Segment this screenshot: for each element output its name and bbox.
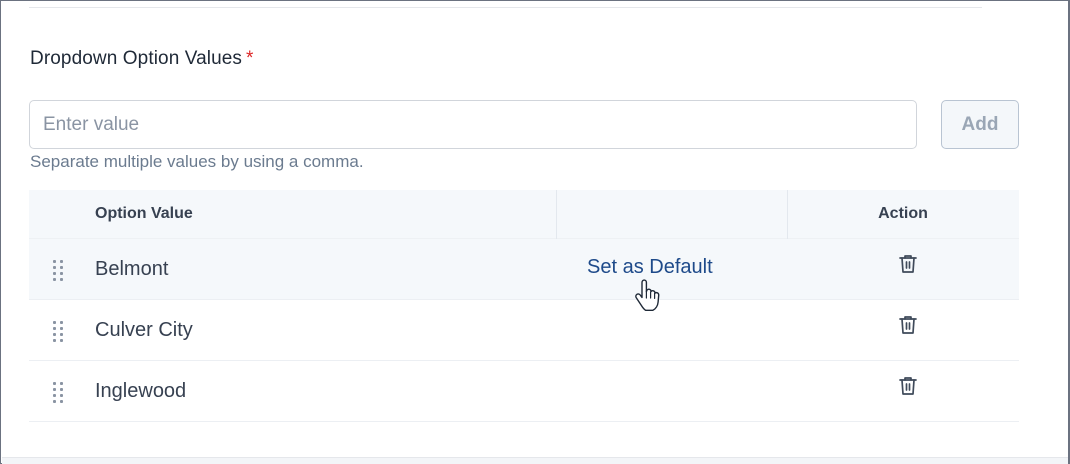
trash-icon[interactable] xyxy=(898,314,918,336)
option-value-label: Culver City xyxy=(95,319,193,341)
header-option-value: Option Value xyxy=(95,205,193,222)
table-row: Inglewood xyxy=(29,361,1019,422)
set-as-default-link[interactable]: Set as Default xyxy=(587,239,713,295)
helper-text: Separate multiple values by using a comm… xyxy=(30,152,364,171)
bottom-edge xyxy=(2,457,1068,464)
drag-handle-icon[interactable] xyxy=(51,259,65,281)
column-separator xyxy=(556,190,557,239)
trash-icon[interactable] xyxy=(898,253,918,275)
section-label-text: Dropdown Option Values xyxy=(30,48,243,69)
top-divider xyxy=(29,7,982,8)
option-value-label: Belmont xyxy=(95,258,169,280)
header-action: Action xyxy=(878,205,928,222)
drag-handle-icon[interactable] xyxy=(51,320,65,342)
table-row: Culver City xyxy=(29,300,1019,361)
form-panel: Dropdown Option Values* Add Separate mul… xyxy=(0,0,1070,464)
table-header: Option Value Action xyxy=(29,190,1019,239)
option-value-label: Inglewood xyxy=(95,380,187,402)
trash-icon[interactable] xyxy=(898,375,918,397)
options-table: Option Value Action Belmont Set as Defau… xyxy=(29,190,1019,422)
add-button[interactable]: Add xyxy=(941,100,1019,149)
table-row: Belmont Set as Default xyxy=(29,239,1019,300)
section-label: Dropdown Option Values * xyxy=(30,48,254,70)
required-marker: * xyxy=(246,48,254,69)
drag-handle-icon[interactable] xyxy=(51,381,65,403)
enter-value-input[interactable] xyxy=(29,100,917,149)
